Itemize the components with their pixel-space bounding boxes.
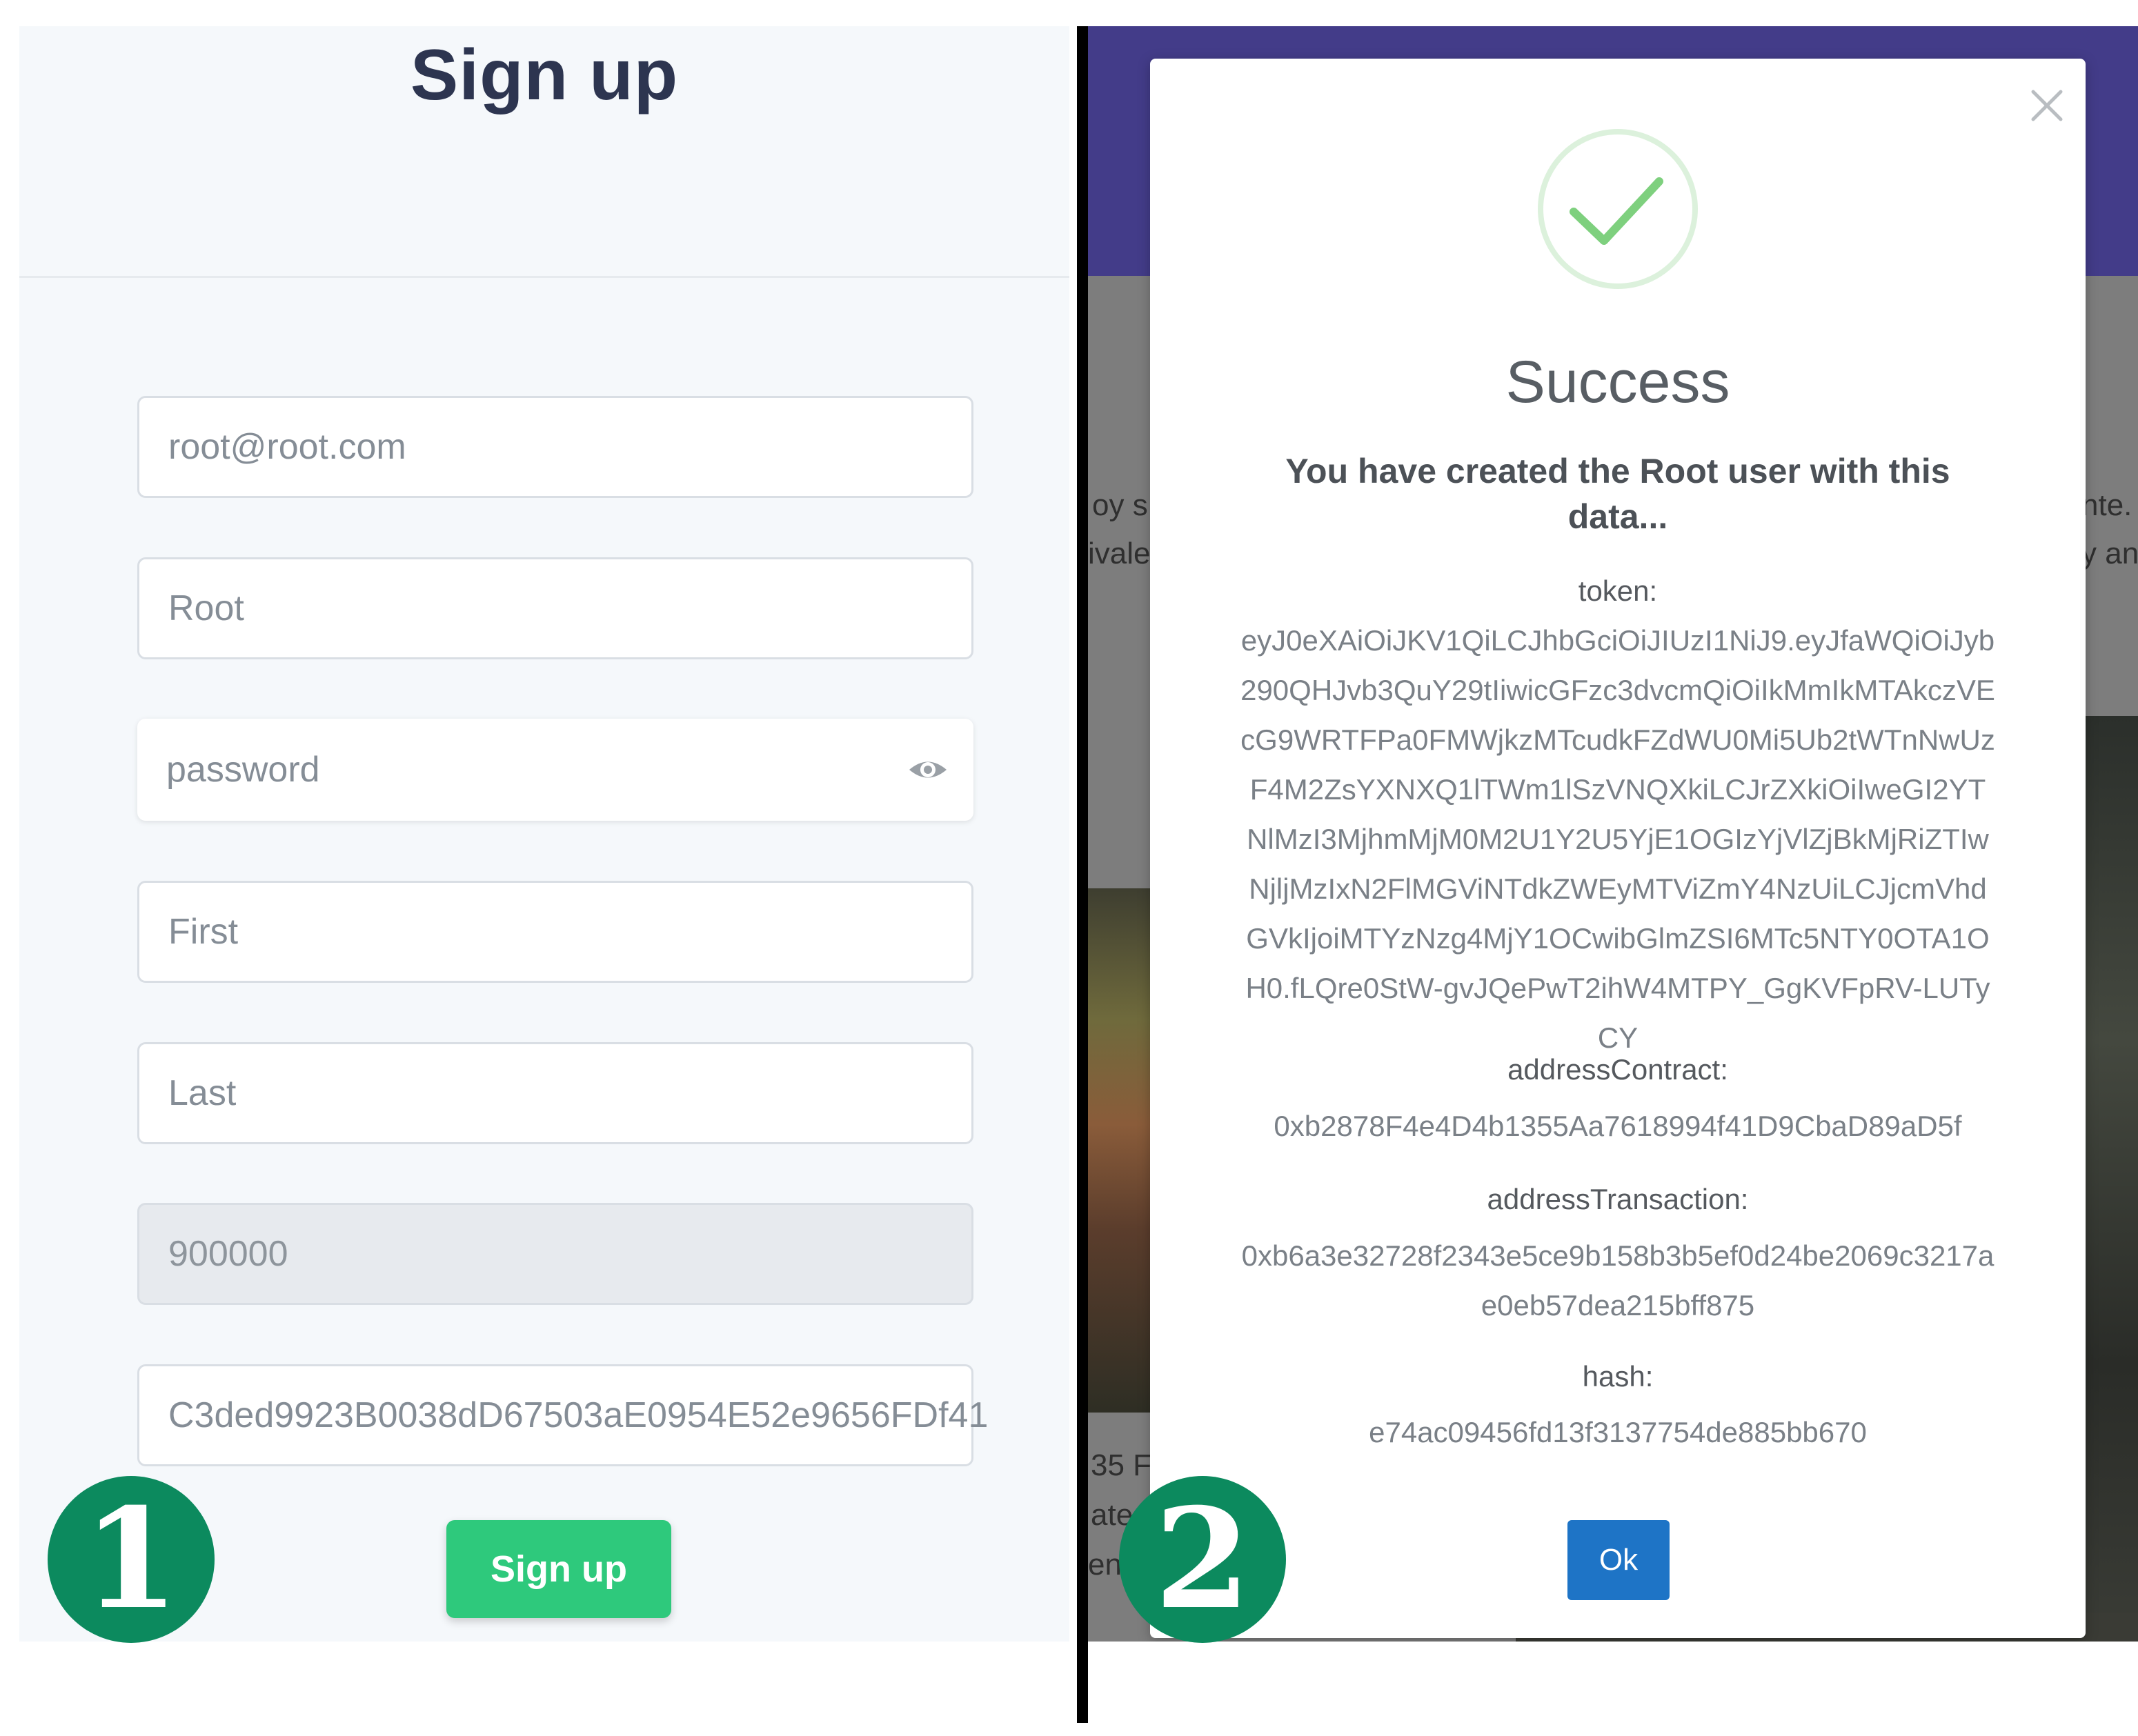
token-value: eyJ0eXAiOiJKV1QiLCJhbGciOiJIUzI1NiJ9.eyJ…	[1240, 624, 1995, 1054]
header-divider	[19, 276, 1069, 278]
wallet-address-value: C3ded9923B0038dD67503aE0954E52e9656FDf41	[168, 1395, 989, 1435]
vertical-divider	[1077, 26, 1088, 1723]
background-text: y an	[2081, 537, 2138, 570]
last-name-field-value: Last	[168, 1073, 237, 1113]
address-contract-label: addressContract:	[1507, 1053, 1728, 1086]
background-text: ivale	[1088, 537, 1151, 570]
signup-button[interactable]: Sign up	[446, 1520, 671, 1618]
page-title: Sign up	[410, 35, 679, 115]
eye-icon[interactable]	[907, 755, 949, 784]
username-field[interactable]: Root	[137, 557, 973, 659]
address-transaction-label: addressTransaction:	[1487, 1183, 1749, 1215]
modal-title: Success	[1505, 349, 1730, 415]
token-label: token:	[1578, 575, 1658, 607]
first-name-field[interactable]: First	[137, 881, 973, 983]
background-text: 35 F	[1091, 1448, 1152, 1482]
password-field[interactable]: password	[137, 719, 973, 821]
ok-button[interactable]: Ok	[1567, 1520, 1670, 1600]
success-panel: oy s ivale nte. y an 35 F ate en Success…	[1088, 26, 2138, 1642]
signup-panel: Sign up root@root.com Root password Firs…	[19, 26, 1069, 1642]
amount-field-value: 900000	[168, 1234, 288, 1274]
background-text: oy s	[1092, 488, 1148, 522]
wallet-address-field[interactable]: C3ded9923B0038dD67503aE0954E52e9656FDf41	[137, 1364, 988, 1466]
password-placeholder: password	[166, 750, 320, 790]
step-1-badge: 1	[48, 1476, 215, 1643]
success-modal: Success You have created the Root user w…	[1150, 59, 2086, 1638]
amount-field: 900000	[137, 1203, 973, 1305]
last-name-field[interactable]: Last	[137, 1042, 973, 1144]
modal-message: You have created the Root user with this…	[1285, 452, 1950, 536]
first-name-field-value: First	[168, 912, 239, 952]
close-icon[interactable]	[2028, 86, 2066, 125]
background-text: en	[1088, 1548, 1122, 1582]
hash-label: hash:	[1582, 1360, 1654, 1393]
address-transaction-value: 0xb6a3e32728f2343e5ce9b158b3b5ef0d24be20…	[1241, 1239, 1995, 1321]
email-field[interactable]: root@root.com	[137, 396, 973, 498]
hash-value: e74ac09456fd13f3137754de885bb670	[1369, 1416, 1867, 1448]
check-circle-icon	[1538, 129, 1698, 289]
email-field-value: root@root.com	[168, 427, 406, 467]
username-field-value: Root	[168, 588, 244, 628]
address-contract-value: 0xb2878F4e4D4b1355Aa7618994f41D9CbaD89aD…	[1274, 1110, 1962, 1142]
background-text: nte.	[2081, 488, 2132, 522]
step-2-badge: 2	[1119, 1476, 1286, 1643]
